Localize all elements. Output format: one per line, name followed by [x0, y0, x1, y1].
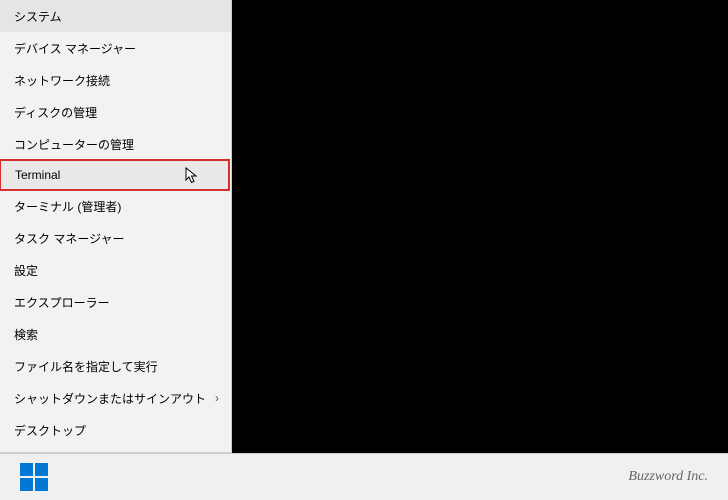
menu-item-terminal[interactable]: Terminal: [0, 159, 230, 191]
winx-context-menu: システム デバイス マネージャー ネットワーク接続 ディスクの管理 コンピュータ…: [0, 0, 232, 453]
menu-item-label: 検索: [14, 326, 38, 343]
menu-item-search[interactable]: 検索: [0, 318, 231, 350]
menu-item-label: シャットダウンまたはサインアウト: [14, 390, 206, 407]
windows-logo-icon: [20, 463, 33, 476]
menu-item-run[interactable]: ファイル名を指定して実行: [0, 350, 231, 382]
menu-item-computer-management[interactable]: コンピューターの管理: [0, 128, 231, 160]
menu-item-desktop[interactable]: デスクトップ: [0, 414, 231, 446]
brand-label: Buzzword Inc.: [628, 469, 708, 485]
menu-item-label: タスク マネージャー: [14, 230, 125, 247]
menu-item-terminal-admin[interactable]: ターミナル (管理者): [0, 190, 231, 222]
menu-item-label: コンピューターの管理: [14, 136, 134, 153]
menu-item-task-manager[interactable]: タスク マネージャー: [0, 222, 231, 254]
windows-logo-icon: [35, 478, 48, 491]
taskbar: Buzzword Inc.: [0, 453, 728, 500]
menu-item-label: デスクトップ: [14, 422, 86, 439]
menu-item-label: システム: [14, 8, 62, 25]
menu-item-explorer[interactable]: エクスプローラー: [0, 286, 231, 318]
menu-item-label: 設定: [14, 262, 38, 279]
chevron-right-icon: ›: [215, 391, 219, 405]
windows-logo-icon: [20, 478, 33, 491]
menu-item-label: ターミナル (管理者): [14, 198, 121, 215]
menu-item-settings[interactable]: 設定: [0, 254, 231, 286]
menu-item-label: エクスプローラー: [14, 294, 110, 311]
start-button[interactable]: [20, 463, 48, 491]
menu-item-label: ディスクの管理: [14, 104, 97, 121]
windows-logo-icon: [35, 463, 48, 476]
menu-item-label: ファイル名を指定して実行: [14, 358, 158, 375]
menu-item-shutdown-signout[interactable]: シャットダウンまたはサインアウト ›: [0, 382, 231, 414]
menu-item-label: ネットワーク接続: [14, 72, 110, 89]
menu-item-label: Terminal: [15, 168, 60, 182]
menu-item-disk-management[interactable]: ディスクの管理: [0, 96, 231, 128]
menu-item-label: デバイス マネージャー: [14, 40, 136, 57]
menu-item-system[interactable]: システム: [0, 0, 231, 32]
menu-item-device-manager[interactable]: デバイス マネージャー: [0, 32, 231, 64]
menu-item-network-connections[interactable]: ネットワーク接続: [0, 64, 231, 96]
